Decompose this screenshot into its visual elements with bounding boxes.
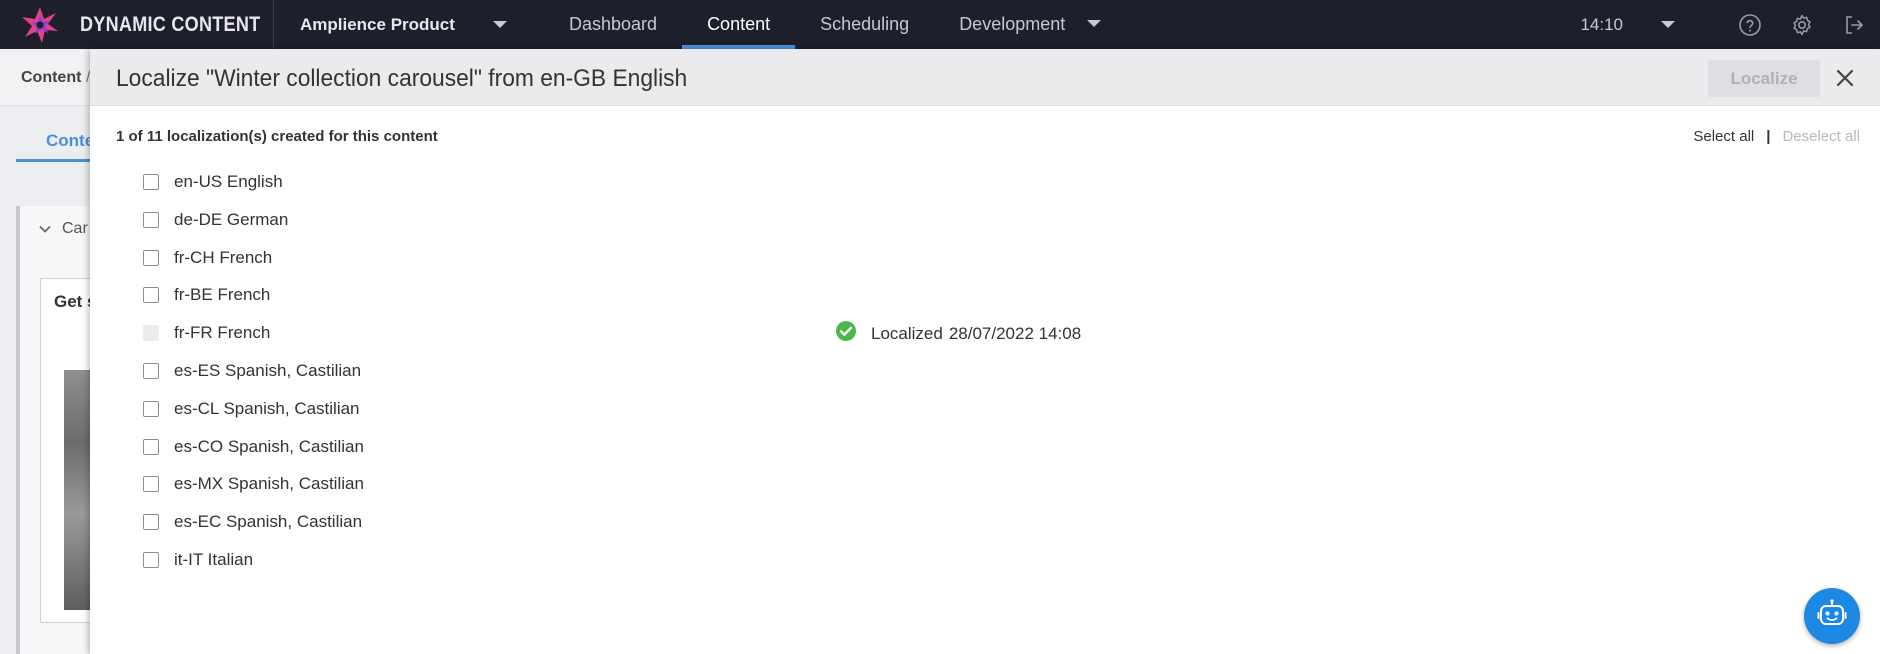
- locale-label: it-IT Italian: [174, 549, 254, 569]
- locale-label: es-MX Spanish, Castilian: [174, 474, 364, 494]
- locale-checkbox[interactable]: [143, 211, 159, 228]
- gear-icon[interactable]: [1776, 0, 1828, 49]
- locale-label: fr-CH French: [174, 247, 273, 267]
- locale-label: fr-BE French: [174, 285, 271, 305]
- locale-row-it-it[interactable]: it-IT Italian: [90, 544, 1880, 582]
- dynamic-content-logo-icon: [20, 3, 60, 47]
- locale-checkbox[interactable]: [143, 551, 159, 568]
- chevron-down-icon[interactable]: [38, 222, 52, 241]
- chevron-down-icon: [1087, 20, 1102, 27]
- localization-summary: 1 of 11 localization(s) created for this…: [116, 128, 438, 145]
- nav-tab-development[interactable]: Development: [934, 0, 1123, 49]
- nav-tab-content[interactable]: Content: [682, 0, 796, 49]
- locale-row-fr-ch[interactable]: fr-CH French: [90, 242, 1880, 280]
- main-nav: Dashboard Content Scheduling Development: [544, 0, 1123, 49]
- locale-row-fr-be[interactable]: fr-BE French: [90, 279, 1880, 317]
- brand[interactable]: DYNAMIC CONTENT: [0, 0, 274, 49]
- locale-checkbox[interactable]: [143, 514, 159, 531]
- localize-button[interactable]: Localize: [1708, 60, 1820, 97]
- breadcrumb[interactable]: Content: [21, 69, 81, 87]
- hub-selector[interactable]: Amplience Product: [274, 0, 544, 49]
- locale-row-en-us[interactable]: en-US English: [90, 166, 1880, 204]
- locale-label: es-CO Spanish, Castilian: [174, 436, 364, 456]
- locale-checkbox[interactable]: [143, 400, 159, 417]
- chevron-down-icon: [493, 21, 507, 28]
- panel-section-label: Car: [62, 220, 88, 237]
- locale-row-es-cl[interactable]: es-CL Spanish, Castilian: [90, 393, 1880, 431]
- robot-icon: [1815, 597, 1849, 636]
- assistant-button[interactable]: [1804, 588, 1860, 644]
- deselect-all-link[interactable]: Deselect all: [1782, 128, 1860, 145]
- locale-row-es-es[interactable]: es-ES Spanish, Castilian: [90, 355, 1880, 393]
- locale-checkbox[interactable]: [143, 476, 159, 493]
- chevron-down-icon[interactable]: [1661, 21, 1675, 28]
- locale-label: de-DE German: [174, 209, 289, 229]
- check-circle-icon: [835, 320, 857, 347]
- locale-checkbox[interactable]: [143, 362, 159, 379]
- hub-name: Amplience Product: [300, 14, 455, 34]
- locale-row-es-mx[interactable]: es-MX Spanish, Castilian: [90, 468, 1880, 506]
- logout-icon[interactable]: [1828, 0, 1880, 49]
- close-icon[interactable]: [1828, 61, 1862, 95]
- top-right-controls: 14:10: [1580, 0, 1880, 49]
- dialog-title: Localize "Winter collection carousel" fr…: [116, 65, 688, 92]
- brand-name: DYNAMIC CONTENT: [80, 12, 261, 36]
- locale-label: en-US English: [174, 172, 283, 191]
- nav-tab-scheduling[interactable]: Scheduling: [795, 0, 934, 49]
- status-date: 28/07/2022 14:08: [948, 323, 1082, 343]
- selection-links: Select all | Deselect all: [1693, 128, 1860, 145]
- locale-label: es-ES Spanish, Castilian: [174, 360, 362, 380]
- select-all-link[interactable]: Select all: [1693, 128, 1754, 145]
- locale-checkbox[interactable]: [143, 287, 159, 304]
- dialog-header: Localize "Winter collection carousel" fr…: [90, 49, 1880, 106]
- locale-row-de-de[interactable]: de-DE German: [90, 204, 1880, 242]
- localize-dialog: Localize "Winter collection carousel" fr…: [90, 49, 1880, 654]
- locale-row-es-co[interactable]: es-CO Spanish, Castilian: [90, 431, 1880, 469]
- locale-label: es-EC Spanish, Castilian: [174, 512, 363, 532]
- locale-checkbox[interactable]: [143, 174, 159, 190]
- app-screen: DYNAMIC CONTENT Amplience Product Dashbo…: [0, 0, 1880, 654]
- status-label: Localized: [871, 323, 943, 343]
- locale-row-es-ec[interactable]: es-EC Spanish, Castilian: [90, 506, 1880, 544]
- content-tab[interactable]: Conte: [16, 120, 96, 162]
- locale-label: es-CL Spanish, Castilian: [174, 398, 360, 418]
- locale-checkbox[interactable]: [143, 249, 159, 266]
- help-icon[interactable]: [1724, 0, 1776, 49]
- localized-status: Localized 28/07/2022 14:08: [835, 320, 1081, 347]
- locale-checkbox-disabled: [143, 325, 159, 342]
- top-navigation-bar: DYNAMIC CONTENT Amplience Product Dashbo…: [0, 0, 1880, 49]
- locale-label: fr-FR French: [174, 323, 271, 343]
- locale-list: en-US English de-DE German fr-CH French …: [90, 166, 1880, 582]
- locale-row-fr-fr: fr-FR French Localized 28/07/2022 14:08: [90, 317, 1880, 355]
- link-separator: |: [1766, 128, 1771, 145]
- nav-tab-dashboard[interactable]: Dashboard: [544, 0, 682, 49]
- locale-checkbox[interactable]: [143, 438, 159, 455]
- clock: 14:10: [1580, 14, 1623, 34]
